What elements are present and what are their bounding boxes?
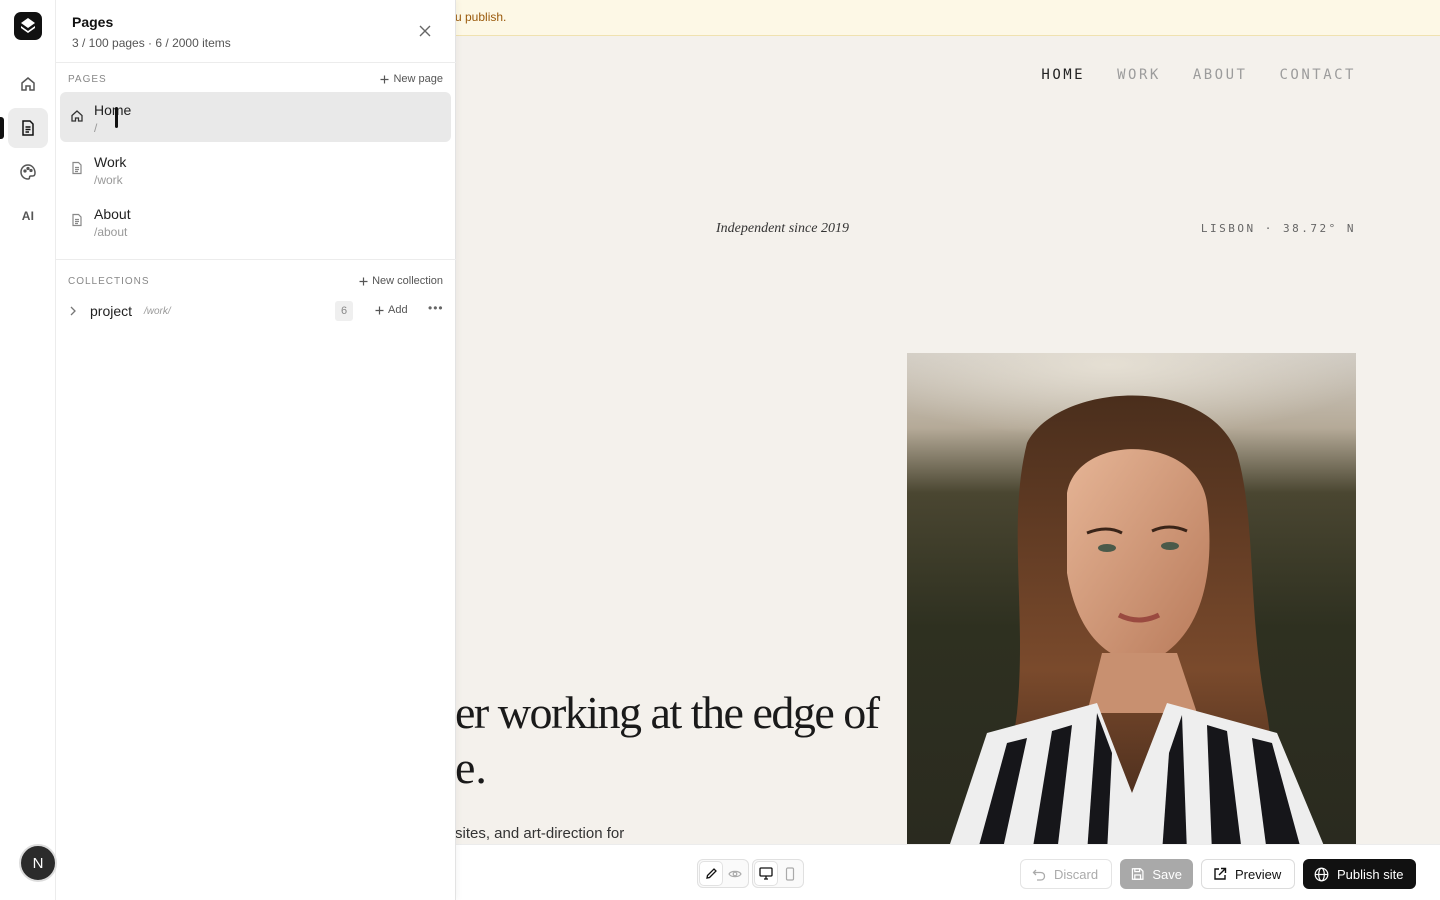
eye-icon (728, 870, 742, 877)
discard-button[interactable]: Discard (1020, 859, 1112, 889)
portrait-illustration (907, 353, 1356, 844)
hero-heading-line1[interactable]: er working at the edge of (455, 686, 880, 739)
panel-usage-summary: 3 / 100 pages · 6 / 2000 items (72, 36, 231, 50)
panel-header: Pages 3 / 100 pages · 6 / 2000 items (56, 0, 456, 63)
page-name: About (94, 206, 131, 222)
plus-icon (380, 75, 389, 83)
edit-mode-button[interactable] (700, 862, 722, 885)
page-name: Work (94, 154, 127, 170)
save-label: Save (1152, 866, 1182, 882)
mobile-view-button[interactable] (779, 862, 801, 885)
hero-heading-line2[interactable]: e. (455, 741, 487, 794)
pages-icon (22, 120, 34, 136)
selected-page-indicator (115, 107, 118, 128)
user-avatar[interactable]: N (19, 844, 57, 882)
app-root: AI N u publish. HOME WORK ABOUT CONTACT … (0, 0, 1440, 900)
collection-count-badge: 6 (335, 301, 353, 321)
new-collection-label: New collection (372, 275, 443, 287)
publish-site-button[interactable]: Publish site (1303, 859, 1416, 889)
rail-ai-button[interactable]: AI (8, 196, 48, 236)
close-panel-button[interactable] (414, 20, 436, 42)
undo-icon (1032, 869, 1046, 881)
avatar-initial: N (32, 854, 44, 872)
panel-title: Pages (72, 14, 114, 30)
hero-portrait-image[interactable] (907, 353, 1356, 844)
globe-icon (1314, 867, 1329, 881)
collections-section-label: COLLECTIONS (68, 276, 150, 287)
rail-ai-label: AI (21, 209, 35, 223)
new-page-label: New page (393, 73, 443, 85)
site-nav-home[interactable]: HOME (1041, 67, 1085, 83)
home-icon (70, 109, 84, 128)
palette-icon (20, 164, 36, 180)
page-item-work[interactable]: Work /work (60, 144, 451, 194)
save-icon (1131, 868, 1144, 880)
external-link-icon (1214, 867, 1227, 880)
site-tagline[interactable]: Independent since 2019 (716, 221, 849, 237)
page-path: /work (94, 173, 123, 187)
document-icon (70, 213, 84, 232)
new-page-button[interactable]: New page (380, 73, 443, 85)
rail-design-button[interactable] (8, 152, 48, 192)
pages-section-label: PAGES (68, 74, 107, 85)
plus-icon (375, 306, 384, 314)
collection-path: /work/ (144, 306, 171, 317)
banner-text: u publish. (455, 10, 507, 24)
discard-label: Discard (1054, 866, 1099, 882)
device-toggle (752, 859, 804, 888)
plus-icon (359, 277, 368, 285)
home-icon (21, 77, 35, 91)
site-nav: HOME WORK ABOUT CONTACT (1041, 67, 1356, 83)
collection-add-label: Add (388, 304, 408, 316)
editor-toolbar: Discard Save Preview Publish site (455, 844, 1440, 900)
site-nav-about[interactable]: ABOUT (1193, 67, 1248, 83)
desktop-icon (759, 867, 773, 880)
collection-add-button[interactable]: Add (375, 304, 408, 316)
collection-item-project[interactable]: project /work/ 6 Add ••• (56, 297, 456, 325)
preview-button[interactable]: Preview (1201, 859, 1295, 889)
new-collection-button[interactable]: New collection (359, 275, 443, 287)
close-icon (419, 25, 431, 37)
page-item-about[interactable]: About /about (60, 196, 451, 246)
page-path: / (94, 121, 98, 135)
desktop-view-button[interactable] (755, 862, 777, 885)
save-button[interactable]: Save (1120, 859, 1193, 889)
more-options-icon[interactable]: ••• (428, 301, 444, 315)
site-coords[interactable]: LISBON · 38.72° N (1201, 222, 1356, 235)
rail-pages-button[interactable] (8, 108, 48, 148)
publish-label: Publish site (1337, 866, 1404, 882)
page-name: Home (94, 102, 132, 118)
mobile-icon (785, 866, 795, 881)
section-divider (56, 259, 456, 260)
hero-description[interactable]: sites, and art-direction for (455, 825, 624, 842)
page-item-home[interactable]: Home / (60, 92, 451, 142)
document-icon (70, 161, 84, 180)
site-nav-contact[interactable]: CONTACT (1279, 67, 1356, 83)
rail-active-indicator (0, 117, 4, 139)
chevron-right-icon[interactable] (69, 304, 77, 322)
view-mode-button[interactable] (724, 862, 746, 885)
pencil-icon (705, 868, 717, 879)
pages-panel: Pages 3 / 100 pages · 6 / 2000 items PAG… (56, 0, 456, 900)
app-logo-icon[interactable] (14, 12, 42, 40)
rail-home-button[interactable] (8, 64, 48, 104)
publish-banner: u publish. (455, 0, 1440, 36)
mode-toggle (697, 859, 749, 888)
preview-label: Preview (1235, 866, 1282, 882)
site-nav-work[interactable]: WORK (1117, 67, 1161, 83)
page-path: /about (94, 225, 128, 239)
site-canvas[interactable]: HOME WORK ABOUT CONTACT Independent sinc… (455, 36, 1440, 844)
collection-name: project (90, 303, 133, 319)
left-rail: AI N (0, 0, 57, 900)
